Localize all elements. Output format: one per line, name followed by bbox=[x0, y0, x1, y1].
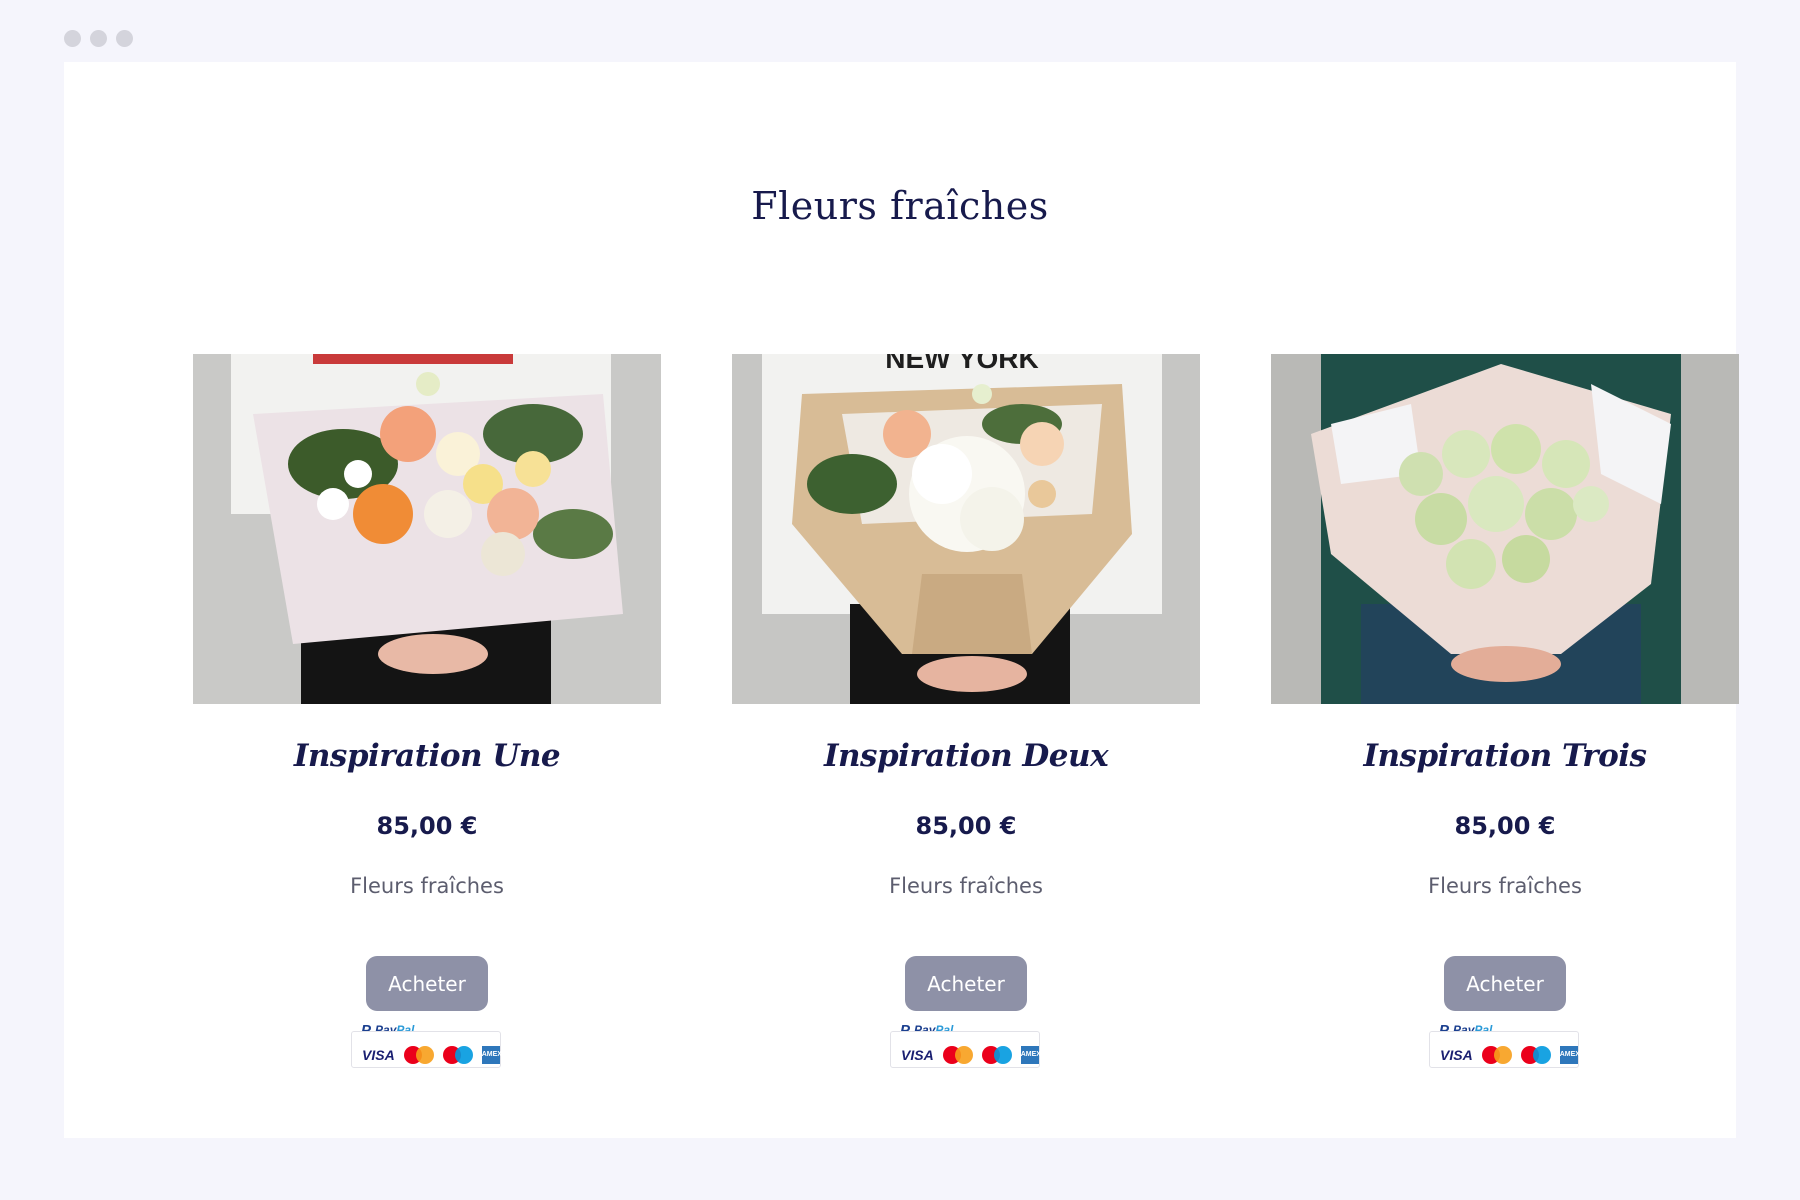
product-price: 85,00 € bbox=[915, 812, 1017, 840]
page-title: Fleurs fraîches bbox=[751, 184, 1049, 228]
card-logos: VISA AMEX bbox=[890, 1031, 1041, 1068]
product-photo-1[interactable] bbox=[193, 354, 661, 704]
bouquet-image-3 bbox=[1271, 354, 1739, 704]
visa-logo: VISA bbox=[362, 1046, 395, 1063]
amex-logo: AMEX bbox=[481, 1045, 502, 1064]
product-category: Fleurs fraîches bbox=[889, 874, 1043, 898]
window-dot-minimize[interactable] bbox=[90, 30, 107, 47]
product-name[interactable]: Inspiration Une bbox=[193, 738, 661, 782]
bouquet-image-1 bbox=[193, 354, 661, 704]
mastercard-logo bbox=[1481, 1045, 1512, 1064]
product-name[interactable]: Inspiration Trois bbox=[1271, 738, 1739, 782]
visa-logo: VISA bbox=[901, 1046, 934, 1063]
card-logos: VISA AMEX bbox=[351, 1031, 502, 1068]
buy-button[interactable]: Acheter bbox=[1444, 956, 1566, 1011]
product-price: 85,00 € bbox=[376, 812, 478, 840]
payment-methods-badge: P PayPal VISA AMEX bbox=[890, 1021, 1042, 1069]
page-card: Fleurs fraîches Inspiration Une 85,00 € … bbox=[64, 62, 1739, 1138]
maestro-logo bbox=[442, 1045, 473, 1064]
product-photo-2[interactable]: NEW YORK bbox=[732, 354, 1200, 704]
window-dot-close[interactable] bbox=[64, 30, 81, 47]
payment-methods-badge: P PayPal VISA AMEX bbox=[351, 1021, 503, 1069]
product-category: Fleurs fraîches bbox=[350, 874, 504, 898]
mastercard-logo bbox=[942, 1045, 973, 1064]
mastercard-logo bbox=[403, 1045, 434, 1064]
payment-methods-badge: P PayPal VISA AMEX bbox=[1429, 1021, 1581, 1069]
product-name[interactable]: Inspiration Deux bbox=[732, 738, 1200, 782]
card-logos: VISA AMEX bbox=[1429, 1031, 1580, 1068]
product-photo-3[interactable] bbox=[1271, 354, 1739, 704]
product-price: 85,00 € bbox=[1454, 812, 1556, 840]
buy-button[interactable]: Acheter bbox=[905, 956, 1027, 1011]
product-category: Fleurs fraîches bbox=[1428, 874, 1582, 898]
amex-logo: AMEX bbox=[1020, 1045, 1041, 1064]
product-card-1: Inspiration Une 85,00 € Fleurs fraîches … bbox=[193, 354, 661, 1069]
maestro-logo bbox=[981, 1045, 1012, 1064]
shirt-print-text: NEW YORK bbox=[885, 354, 1039, 374]
buy-button[interactable]: Acheter bbox=[366, 956, 488, 1011]
window-dot-maximize[interactable] bbox=[116, 30, 133, 47]
window-controls bbox=[64, 30, 133, 47]
maestro-logo bbox=[1520, 1045, 1551, 1064]
bouquet-image-2: NEW YORK bbox=[732, 354, 1200, 704]
product-card-3: Inspiration Trois 85,00 € Fleurs fraîche… bbox=[1271, 354, 1739, 1069]
visa-logo: VISA bbox=[1440, 1046, 1473, 1063]
amex-logo: AMEX bbox=[1559, 1045, 1580, 1064]
product-card-2: NEW YORK Inspiration Deux 85,00 € Fleurs… bbox=[732, 354, 1200, 1069]
